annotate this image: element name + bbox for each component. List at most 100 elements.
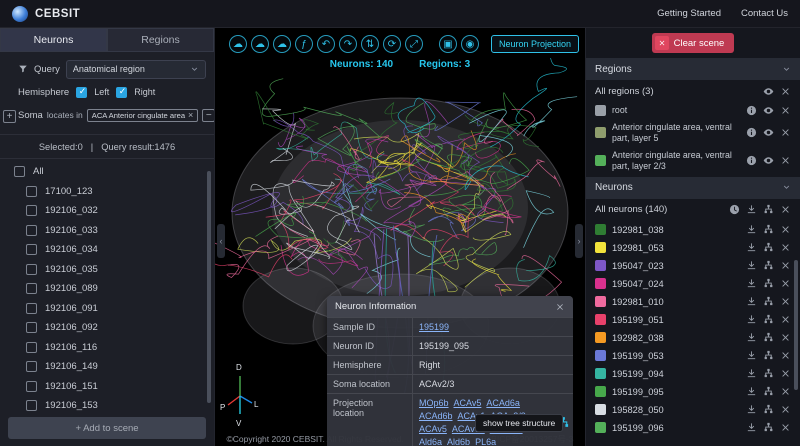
left-list-scrollbar[interactable]	[207, 171, 211, 403]
download-icon[interactable]	[746, 332, 757, 343]
add-to-scene-button[interactable]: + Add to scene	[8, 417, 206, 439]
tree-icon[interactable]	[763, 204, 774, 215]
download-icon[interactable]	[746, 260, 757, 271]
history-icon[interactable]	[729, 204, 740, 215]
tree-icon[interactable]	[763, 224, 774, 235]
close-icon[interactable]	[780, 204, 791, 215]
close-icon[interactable]	[780, 332, 791, 343]
close-icon[interactable]	[780, 386, 791, 397]
close-icon[interactable]	[780, 260, 791, 271]
close-icon[interactable]	[780, 404, 791, 415]
info-icon[interactable]	[746, 105, 757, 116]
item-checkbox[interactable]	[26, 400, 37, 411]
cloud-sync-icon[interactable]: ⇅	[361, 35, 379, 53]
neuron-row[interactable]: 195199_053	[586, 347, 800, 365]
download-icon[interactable]	[746, 368, 757, 379]
neuron-row[interactable]: 192981_053	[586, 239, 800, 257]
tree-icon[interactable]	[763, 404, 774, 415]
clear-scene-button[interactable]: Clear scene	[652, 33, 735, 53]
neuron-projection-button[interactable]: Neuron Projection	[491, 35, 579, 53]
list-item-all[interactable]: All	[0, 162, 214, 182]
list-item[interactable]: 192106_091	[0, 299, 214, 319]
neuron-row[interactable]: 192981_038	[586, 221, 800, 239]
eye-icon[interactable]	[763, 86, 774, 97]
item-checkbox[interactable]	[26, 322, 37, 333]
undo-icon[interactable]: ↶	[317, 35, 335, 53]
getting-started-link[interactable]: Getting Started	[657, 8, 721, 19]
info-icon[interactable]	[746, 127, 757, 138]
projection-region-link[interactable]: ACAd6b	[419, 411, 453, 421]
projection-region-link[interactable]: PL6a	[475, 437, 496, 446]
download-icon[interactable]	[746, 224, 757, 235]
close-icon[interactable]	[780, 422, 791, 433]
list-item[interactable]: 192106_032	[0, 201, 214, 221]
neuron-row[interactable]: 195199_094	[586, 365, 800, 383]
neuron-row[interactable]: 195199_095	[586, 383, 800, 401]
query-type-select[interactable]: Anatomical region	[66, 60, 206, 79]
tree-icon[interactable]	[763, 368, 774, 379]
close-icon[interactable]	[780, 155, 791, 166]
download-icon[interactable]	[746, 242, 757, 253]
region-row[interactable]: Anterior cingulate area, ventral part, l…	[586, 119, 800, 147]
tree-icon[interactable]	[763, 332, 774, 343]
projection-region-link[interactable]: ACAv5	[454, 398, 482, 408]
close-icon[interactable]	[780, 224, 791, 235]
list-item[interactable]: 192106_153	[0, 396, 214, 413]
projection-region-link[interactable]: Ald6b	[447, 437, 470, 446]
item-checkbox[interactable]	[26, 342, 37, 353]
tab-neurons[interactable]: Neurons	[0, 28, 107, 52]
download-icon[interactable]	[746, 278, 757, 289]
viewport[interactable]: ☁☁☁ƒ↶↷⇅⟳⤢▣◉Neuron Projection Neurons: 14…	[215, 28, 585, 446]
neuron-row[interactable]: 192982_038	[586, 329, 800, 347]
eye-icon[interactable]	[763, 105, 774, 116]
list-item[interactable]: 192106_034	[0, 240, 214, 260]
neuron-row[interactable]: 192981_010	[586, 293, 800, 311]
download-icon[interactable]	[746, 296, 757, 307]
list-item[interactable]: 192106_116	[0, 338, 214, 358]
fullscreen-icon[interactable]: ▣	[439, 35, 457, 53]
close-icon[interactable]	[780, 278, 791, 289]
item-checkbox[interactable]	[26, 381, 37, 392]
neurons-section-header[interactable]: Neurons	[586, 177, 800, 199]
right-scrollbar[interactable]	[794, 260, 798, 390]
sample-id-link[interactable]: 195199	[419, 322, 449, 332]
regions-section-header[interactable]: Regions	[586, 58, 800, 80]
neuron-row[interactable]: 195047_024	[586, 275, 800, 293]
neuron-row[interactable]: 195199_051	[586, 311, 800, 329]
screenshot-icon[interactable]: ◉	[461, 35, 479, 53]
neuron-row[interactable]: 195047_023	[586, 257, 800, 275]
list-item[interactable]: 192106_149	[0, 357, 214, 377]
point-cloud-icon[interactable]: ☁	[229, 35, 247, 53]
projection-region-link[interactable]: Ald6a	[419, 437, 442, 446]
tab-regions[interactable]: Regions	[107, 28, 214, 52]
region-row[interactable]: Anterior cingulate area, ventral part, l…	[586, 147, 800, 175]
zoom-extents-icon[interactable]: ⤢	[405, 35, 423, 53]
eye-icon[interactable]	[763, 127, 774, 138]
eye-icon[interactable]	[763, 155, 774, 166]
item-checkbox[interactable]	[26, 264, 37, 275]
tree-icon[interactable]	[763, 296, 774, 307]
item-checkbox[interactable]	[26, 225, 37, 236]
hemisphere-left-checkbox[interactable]	[76, 87, 87, 98]
info-icon[interactable]	[746, 155, 757, 166]
projection-region-link[interactable]: ACAd6a	[486, 398, 520, 408]
function-icon[interactable]: ƒ	[295, 35, 313, 53]
download-icon[interactable]	[746, 204, 757, 215]
tree-icon[interactable]	[763, 278, 774, 289]
projection-region-link[interactable]: MOp6b	[419, 398, 449, 408]
close-icon[interactable]	[780, 105, 791, 116]
list-item[interactable]: 192106_035	[0, 260, 214, 280]
collapse-right-handle[interactable]: ›	[575, 224, 583, 258]
download-icon[interactable]	[746, 404, 757, 415]
all-checkbox[interactable]	[14, 166, 25, 177]
item-checkbox[interactable]	[26, 303, 37, 314]
soma-region-chip[interactable]: ACA Anterior cingulate area ×	[87, 109, 199, 122]
neuron-row[interactable]: 195828_050	[586, 401, 800, 419]
hemisphere-right-checkbox[interactable]	[116, 87, 127, 98]
item-checkbox[interactable]	[26, 205, 37, 216]
close-icon[interactable]	[780, 86, 791, 97]
download-icon[interactable]	[746, 350, 757, 361]
redo-icon[interactable]: ↷	[339, 35, 357, 53]
item-checkbox[interactable]	[26, 186, 37, 197]
cloud-mesh-icon[interactable]: ☁	[251, 35, 269, 53]
